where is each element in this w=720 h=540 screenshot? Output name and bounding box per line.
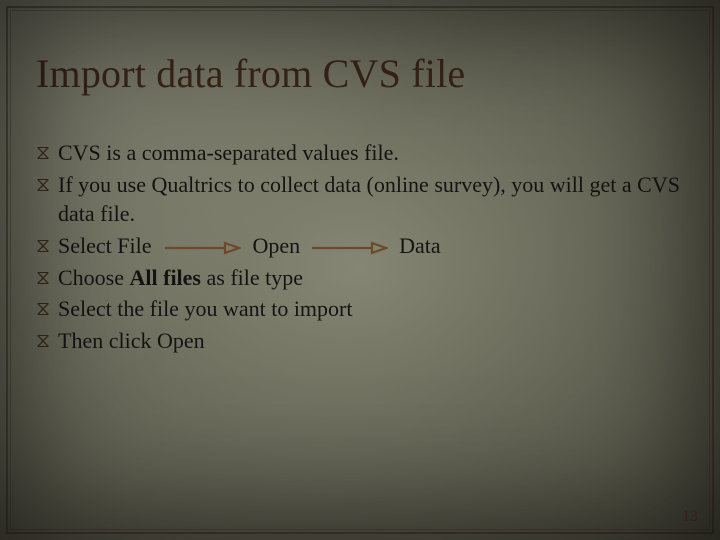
list-item: ⧖ Then click Open bbox=[36, 326, 684, 356]
list-item-text: Select File Open Data bbox=[58, 231, 684, 261]
menu-path-data: Data bbox=[399, 233, 441, 258]
slide-body: ⧖ CVS is a comma-separated values file. … bbox=[36, 138, 684, 358]
arrow-icon bbox=[310, 241, 388, 255]
list-item: ⧖ Choose All files as file type bbox=[36, 263, 684, 293]
menu-path-file: Select File bbox=[58, 233, 151, 258]
bullet-icon: ⧖ bbox=[36, 138, 58, 167]
list-item-text: CVS is a comma-separated values file. bbox=[58, 138, 684, 168]
bullet-icon: ⧖ bbox=[36, 170, 58, 199]
list-item-text: Choose All files as file type bbox=[58, 263, 684, 293]
list-item: ⧖ Select File Open Data bbox=[36, 231, 684, 261]
list-item: ⧖ Select the file you want to import bbox=[36, 294, 684, 324]
bullet-icon: ⧖ bbox=[36, 326, 58, 355]
slide-title: Import data from CVS file bbox=[36, 50, 465, 97]
list-item-text: If you use Qualtrics to collect data (on… bbox=[58, 170, 684, 229]
arrow-icon bbox=[163, 241, 241, 255]
list-item: ⧖ If you use Qualtrics to collect data (… bbox=[36, 170, 684, 229]
bullet-icon: ⧖ bbox=[36, 263, 58, 292]
list-item-text: Then click Open bbox=[58, 326, 684, 356]
slide: Import data from CVS file ⧖ CVS is a com… bbox=[0, 0, 720, 540]
bullet-icon: ⧖ bbox=[36, 231, 58, 260]
list-item: ⧖ CVS is a comma-separated values file. bbox=[36, 138, 684, 168]
text-fragment: Choose bbox=[58, 265, 130, 290]
menu-path-open: Open bbox=[252, 233, 300, 258]
page-number: 13 bbox=[682, 508, 698, 526]
list-item-text: Select the file you want to import bbox=[58, 294, 684, 324]
bullet-icon: ⧖ bbox=[36, 294, 58, 323]
text-fragment: as file type bbox=[207, 265, 304, 290]
text-bold: All files bbox=[130, 265, 207, 290]
